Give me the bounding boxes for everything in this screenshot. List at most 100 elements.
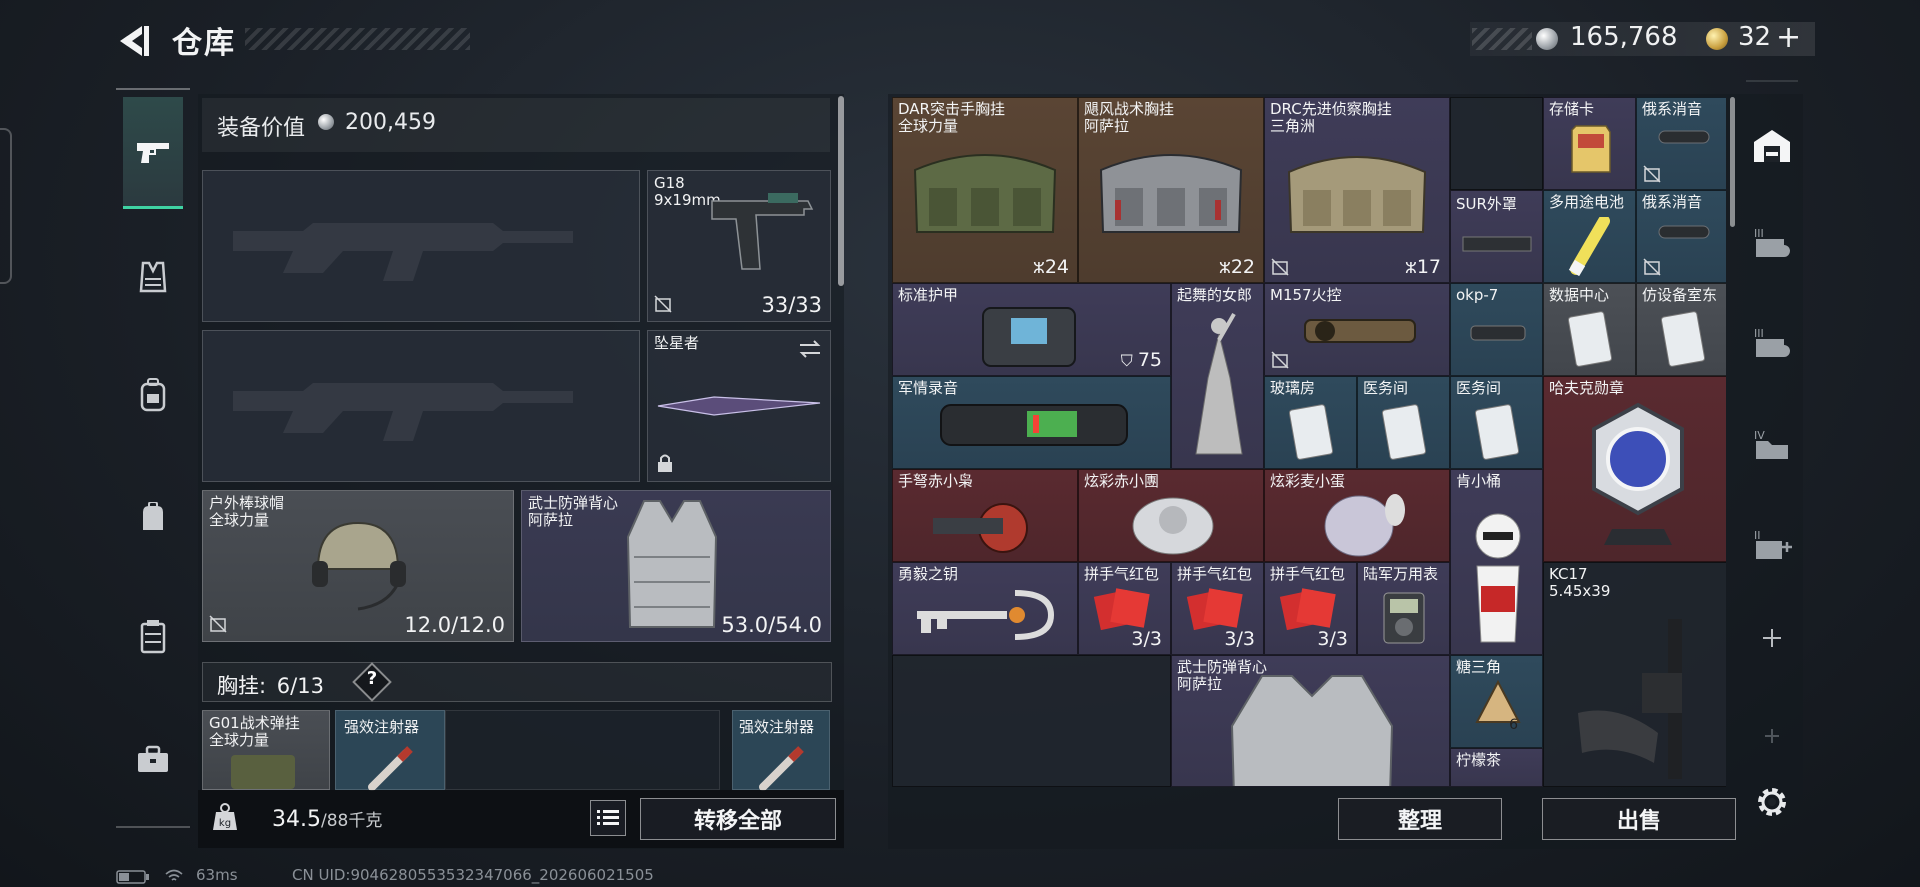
rig-item-slot[interactable]: 强效注射器 — [732, 710, 830, 791]
rig-slot[interactable]: G01战术弹挂 全球力量 — [202, 710, 330, 790]
add-gold-button[interactable]: + — [1776, 20, 1801, 55]
add-tab-button[interactable] — [1748, 614, 1796, 662]
stash-item[interactable]: 拼手气红包 3/3 — [1264, 562, 1357, 655]
red-envelope-icon — [1093, 588, 1150, 631]
list-view-button[interactable] — [590, 800, 626, 836]
stash-tab-3[interactable]: III — [1748, 218, 1796, 266]
item-sub: 三角洲 — [1270, 117, 1316, 135]
pistol-image-icon — [711, 193, 814, 270]
armor-faction: 阿萨拉 — [528, 511, 574, 529]
armor-durability: 53.0/54.0 — [721, 613, 822, 637]
armor-slot[interactable]: 武士防弹背心 阿萨拉 53.0/54.0 — [521, 490, 831, 642]
help-icon[interactable]: ? — [364, 668, 380, 689]
stash-item[interactable]: 起舞的女郎 — [1171, 283, 1264, 469]
weight-icon: kg — [213, 803, 237, 830]
chest-rig-label: 胸挂: — [217, 674, 267, 698]
sort-button[interactable]: 整理 — [1338, 798, 1502, 840]
stash-item[interactable]: okp-7 — [1450, 283, 1543, 376]
stash-item[interactable]: 俄系消音 — [1636, 97, 1726, 190]
chest-rig-image-icon — [1099, 154, 1243, 233]
item-name: 医务间 — [1363, 379, 1409, 397]
stash-item[interactable]: 糖三角 6 — [1450, 655, 1543, 748]
item-name: 哈夫克勋章 — [1549, 379, 1625, 397]
stash-item[interactable]: 军情录音 — [892, 376, 1171, 469]
melee-slot[interactable]: 坠星者 — [647, 330, 831, 482]
stash-item[interactable]: 勇毅之钥 — [892, 562, 1078, 655]
stash-item[interactable]: 医务间 — [1357, 376, 1450, 469]
kfc-bucket-figure-icon — [1475, 513, 1521, 643]
stash-item[interactable]: 手弩赤小枭 — [892, 469, 1078, 562]
stash-item[interactable]: 哈夫克勋章 — [1543, 376, 1726, 562]
page-title: 仓库 — [172, 26, 236, 61]
keycard-icon — [1660, 311, 1706, 367]
rig-item-slot[interactable]: 强效注射器 — [335, 710, 445, 791]
empty-cell[interactable] — [892, 655, 1171, 787]
stash-tab-add-storage[interactable]: II — [1748, 520, 1796, 568]
stash-item[interactable]: 多用途电池 — [1543, 190, 1636, 283]
item-name: 拼手气红包 — [1084, 565, 1160, 583]
not-insured-icon — [1643, 165, 1661, 183]
handguard-icon — [1462, 236, 1532, 252]
item-sub: 5.45x39 — [1549, 582, 1611, 600]
loadout-scrollbar[interactable] — [838, 96, 844, 286]
item-name: 多用途电池 — [1549, 193, 1625, 211]
stash-item[interactable]: 武士防弹背心 阿萨拉 — [1171, 655, 1450, 787]
silver-amount: 165,768 — [1570, 22, 1678, 52]
currency-decoration — [1472, 28, 1532, 50]
stash-item[interactable]: 玻璃房 — [1264, 376, 1357, 469]
stash-item[interactable]: 医务间 — [1450, 376, 1543, 469]
primary-weapon-slot-2[interactable] — [202, 330, 640, 482]
stash-item[interactable]: 陆军万用表 — [1357, 562, 1450, 655]
stash-item[interactable]: 标准护甲 ⛉ 75 — [892, 283, 1171, 376]
stash-item[interactable]: 数据中心 — [1543, 283, 1636, 376]
item-count: ⵣ17 — [1404, 256, 1441, 278]
rail-tab-case[interactable] — [123, 704, 183, 814]
settings-button[interactable] — [1748, 778, 1796, 826]
stash-tab-4[interactable]: IV — [1748, 420, 1796, 468]
stash-item[interactable]: DAR突击手胸挂 全球力量 ⵣ24 — [892, 97, 1078, 283]
storage-box-icon: III — [1754, 327, 1790, 357]
back-button[interactable] — [112, 20, 154, 62]
rail-tab-weapons[interactable] — [123, 97, 183, 209]
case-icon — [138, 745, 168, 772]
stash-item[interactable]: 飓风战术胸挂 阿萨拉 ⵣ22 — [1078, 97, 1264, 283]
rail-tab-rig[interactable] — [123, 582, 183, 692]
primary-weapon-slot-1[interactable] — [202, 170, 640, 322]
stash-tab-3b[interactable]: III — [1748, 318, 1796, 366]
stash-main-tab[interactable] — [1748, 122, 1796, 170]
sidearm-slot[interactable]: G18 9x19mm 33/33 — [647, 170, 831, 322]
stash-item[interactable]: DRC先进侦察胸挂 三角洲 ⵣ17 — [1264, 97, 1450, 283]
rail-divider — [116, 88, 190, 90]
stash-item[interactable]: SUR外罩 — [1450, 190, 1543, 283]
helmet-slot[interactable]: 户外棒球帽 全球力量 12.0/12.0 — [202, 490, 514, 642]
stash-item[interactable]: 柠檬茶 — [1450, 748, 1543, 787]
stash-item[interactable]: 俄系消音 — [1636, 190, 1726, 283]
title-decoration — [245, 28, 470, 50]
rig-name: G01战术弹挂 — [209, 714, 300, 732]
not-insured-icon — [1271, 258, 1289, 276]
stash-scrollbar[interactable] — [1730, 97, 1735, 227]
stash-item[interactable]: 拼手气红包 3/3 — [1078, 562, 1171, 655]
key-icon — [917, 590, 1055, 640]
silver-coin-icon — [1536, 28, 1558, 50]
stash-item[interactable]: 仿设备室东 — [1636, 283, 1726, 376]
stash-item[interactable]: 存储卡 — [1543, 97, 1636, 190]
empty-cell[interactable] — [1450, 97, 1543, 190]
rifle-image-icon — [1578, 619, 1682, 779]
rail-tab-backpack[interactable] — [123, 340, 183, 450]
side-drawer-handle[interactable] — [0, 128, 12, 284]
stash-item[interactable]: 拼手气红包 3/3 — [1171, 562, 1264, 655]
rail-tab-pouch[interactable] — [123, 462, 183, 572]
rig-empty-slots[interactable] — [445, 710, 720, 790]
sell-button[interactable]: 出售 — [1542, 798, 1736, 840]
stash-item[interactable]: 肯小桶 — [1450, 469, 1543, 655]
stash-item[interactable]: M157火控 — [1264, 283, 1450, 376]
stash-item[interactable]: 炫彩赤小團 — [1078, 469, 1264, 562]
rig-faction: 全球力量 — [209, 731, 270, 749]
stash-item[interactable]: KC17 5.45x39 — [1543, 562, 1726, 787]
stash-item[interactable]: 炫彩麦小蛋 — [1264, 469, 1450, 562]
svg-text:II: II — [1754, 529, 1761, 542]
rail-tab-vest[interactable] — [123, 222, 183, 332]
transfer-all-button[interactable]: 转移全部 — [640, 798, 836, 840]
keycard-icon — [1474, 404, 1520, 460]
